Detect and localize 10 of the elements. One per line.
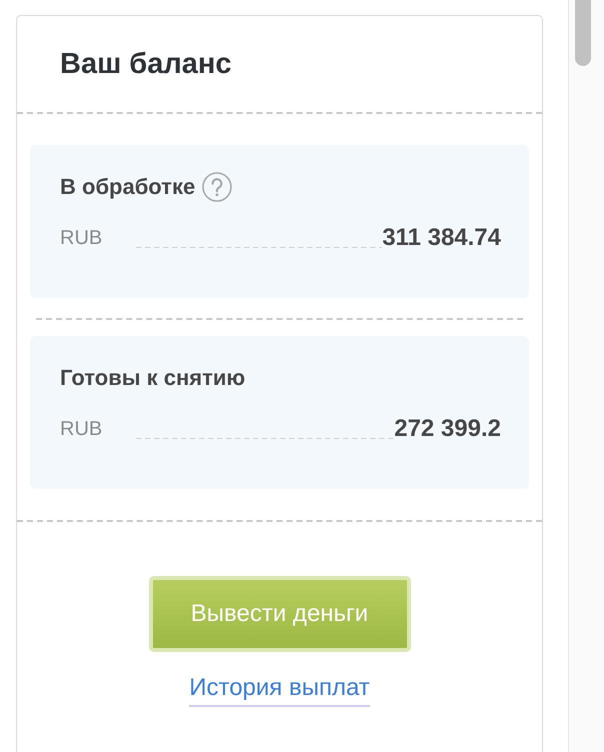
balance-amount: 311 384.74	[382, 224, 501, 252]
currency-label: RUB	[60, 226, 102, 251]
balance-amount: 272 399.2	[394, 415, 501, 443]
payout-history-link[interactable]: История выплат	[189, 675, 370, 707]
balance-title: Ваш баланс	[60, 47, 232, 81]
balance-label: В обработке	[60, 173, 196, 201]
scrollbar-thumb[interactable]	[575, 0, 591, 66]
currency-label: RUB	[60, 417, 102, 442]
help-icon[interactable]	[202, 172, 232, 202]
balance-label: Готовы к снятию	[60, 364, 246, 392]
